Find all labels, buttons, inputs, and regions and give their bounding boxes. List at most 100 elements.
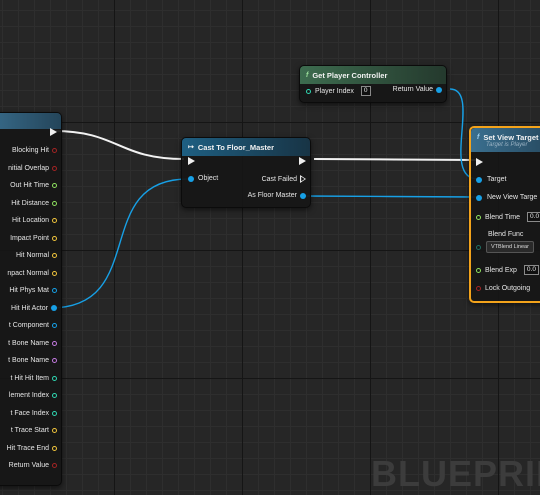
hit-pin-row: t Component [9,322,57,329]
as-floor-master-row: As Floor Master [248,192,306,199]
bool-pin[interactable] [52,148,57,153]
bool-pin[interactable] [52,165,57,171]
bool-pin[interactable] [52,463,57,468]
object-input-row: Object [188,175,218,182]
object-pin[interactable] [51,305,57,311]
hit-pin-label: nitial Overlap [8,164,49,172]
hit-pin-row: Impact Point [10,235,57,242]
hit-pin-row: nitial Overlap [8,165,57,172]
exec-out-pin[interactable] [50,128,57,136]
int-pin[interactable] [52,410,57,416]
vector-pin[interactable] [52,218,57,223]
player-index-label: Player Index [315,87,354,95]
object-pin[interactable] [52,323,57,328]
get-player-controller-title: Get Player Controller [312,70,388,80]
target-label: Target [487,176,507,183]
blend-exp-input[interactable]: 0.0 [523,265,539,275]
hit-pin-row: lement Index [9,392,57,399]
hit-pin-row: Hit Location [12,217,57,224]
function-icon: f [306,71,309,79]
cast-failed-label: Cast Failed [261,175,297,183]
cast-failed-row: Cast Failed [262,175,306,183]
hit-pin-label: Blocking Hit [12,147,49,154]
int-pin[interactable] [52,393,57,398]
hit-pin-row: t Bone Name [8,340,57,347]
blend-time-label: Blend Time [485,213,521,221]
blend-func-label-row: Blend Func [488,231,523,238]
hit-pin-label: Return Value [8,462,49,469]
get-player-controller-header: f Get Player Controller [300,66,446,84]
get-player-controller-node[interactable]: f Get Player Controller Player Index 0 R… [299,65,447,103]
hit-pin-row: Hit Distance [11,200,57,207]
hit-pin-row: t Face Index [10,410,57,417]
player-index-pin[interactable] [306,88,311,94]
blend-time-row: Blend Time 0.0 [476,212,540,222]
name-pin[interactable] [52,340,57,346]
return-value-row: Return Value [393,86,442,93]
hit-pin-row: t Bone Name [8,357,57,364]
name-pin[interactable] [52,358,57,363]
blend-func-label: Blend Func [488,231,524,238]
hit-pin-label: t Face Index [10,409,49,417]
new-view-target-pin[interactable] [476,194,482,201]
hit-pin-label: Hit Location [12,217,49,224]
object-pin[interactable] [52,288,57,293]
as-floor-master-pin[interactable] [300,192,306,199]
vector-pin[interactable] [52,253,57,258]
return-value-pin[interactable] [436,86,442,93]
exec-out-row [50,128,57,136]
hit-pin-row: Hit Trace End [7,445,57,452]
hit-pin-label: Hit Hit Actor [11,304,48,312]
object-pin[interactable] [188,175,194,182]
exec-out-pin[interactable] [299,157,306,165]
blend-func-dropdown[interactable]: VTBlend Linear [486,241,534,253]
vector-pin[interactable] [52,428,57,433]
object-wire-floor-to-view [300,195,479,198]
hit-pin-row: Out Hit Time [10,182,57,189]
blend-func-row: VTBlend Linear [476,241,534,253]
cast-to-floor-master-node[interactable]: ↦ Cast To Floor_Master Object Cast Faile… [181,137,311,208]
cast-node-header: ↦ Cast To Floor_Master [182,138,310,156]
player-index-row: Player Index 0 [306,86,371,96]
hit-pin-label: t Component [8,322,49,329]
blend-func-pin[interactable] [476,244,481,250]
hit-pin-label: Impact Point [10,234,49,242]
hit-pin-label: Hit Trace End [6,444,49,452]
function-icon: f [477,133,480,141]
blend-time-input[interactable]: 0.0 [527,212,540,222]
vector-pin[interactable] [52,445,57,451]
hit-pin-label: Hit Distance [11,199,49,207]
hit-pin-label: t Bone Name [8,357,49,364]
hit-pin-row: npact Normal [7,270,57,277]
int-pin[interactable] [52,375,57,381]
new-view-target-label: New View Targe [487,194,538,201]
view-exec-in-row [476,158,483,166]
vector-pin[interactable] [52,270,57,276]
hit-pin-label: t Hit Hit Item [10,374,49,382]
hit-pin-label: Hit Normal [15,252,49,259]
cast-failed-exec-pin[interactable] [300,175,306,183]
exec-in-pin[interactable] [476,158,483,166]
hit-pin-row: Hit Phys Mat [9,287,57,294]
cast-exec-in-row [188,157,195,165]
exec-in-pin[interactable] [188,157,195,165]
hit-pin-row: t Hit Hit Item [10,375,57,382]
hit-pin-row: Return Value [9,462,57,469]
break-hit-result-header [0,113,61,129]
cast-node-title: Cast To Floor_Master [197,142,274,152]
wires-layer [49,88,479,309]
float-pin[interactable] [52,183,57,188]
lock-outgoing-pin[interactable] [476,286,481,291]
target-row: Target [476,176,506,183]
set-view-target-header: f Set View Target Target is Player [471,128,540,152]
player-index-input[interactable]: 0 [360,86,371,96]
vector-pin[interactable] [52,235,57,241]
set-view-target-node[interactable]: f Set View Target Target is Player Targe… [469,126,540,303]
blend-exp-pin[interactable] [476,267,481,273]
hit-pin-row: Hit Hit Actor [11,305,57,312]
break-hit-result-node[interactable]: Blocking Hit nitial Overlap Out Hit Time Hi… [0,112,62,486]
exec-wire-cast-to-view [313,158,477,161]
target-pin[interactable] [476,176,482,183]
blend-time-pin[interactable] [476,214,481,220]
float-pin[interactable] [52,200,57,206]
